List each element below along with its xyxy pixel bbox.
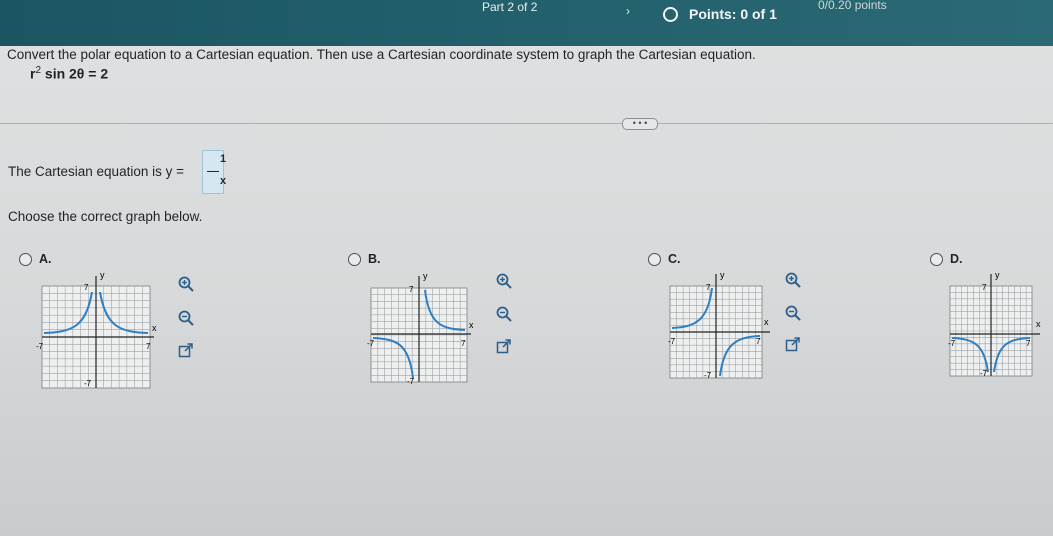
- graph-a-bottom-tick: -7: [84, 379, 92, 388]
- zoom-in-icon[interactable]: [175, 275, 197, 297]
- graph-a-svg: y x 7 -7 7 -7: [36, 270, 157, 389]
- graph-a-y-label: y: [100, 270, 105, 280]
- fraction-numerator: 1: [219, 153, 227, 165]
- graph-b-y-label: y: [423, 271, 428, 281]
- zoom-in-icon[interactable]: [782, 271, 804, 293]
- option-a-radio[interactable]: [19, 253, 32, 266]
- graph-b-left-tick: -7: [367, 339, 375, 348]
- graph-c-top-tick: 7: [706, 283, 711, 292]
- graph-d-left-tick: -7: [948, 339, 956, 348]
- option-c-radio[interactable]: [648, 253, 661, 266]
- popout-icon[interactable]: [175, 343, 197, 365]
- popout-icon[interactable]: [782, 337, 804, 359]
- points-status-icon: [663, 7, 678, 22]
- more-button[interactable]: • • •: [622, 118, 658, 130]
- part-indicator: Part 2 of 2: [482, 0, 538, 14]
- option-d-radio[interactable]: [930, 253, 943, 266]
- graph-d-svg: y x 7 -7 7 -7: [948, 270, 1041, 378]
- graph-c-svg: y x 7 -7 7 -7: [668, 270, 770, 380]
- graph-c: y x 7 -7 7 -7: [668, 270, 770, 380]
- graph-c-left-tick: -7: [668, 337, 676, 346]
- polar-equation: r2 sin 2θ = 2: [30, 65, 108, 82]
- zoom-out-icon[interactable]: [493, 305, 515, 327]
- graph-a-right-tick: 7: [146, 342, 151, 351]
- graph-a: y x 7 -7 7 -7: [36, 270, 157, 390]
- option-b-label: B.: [368, 252, 381, 266]
- graph-d-top-tick: 7: [982, 283, 987, 292]
- zoom-in-icon[interactable]: [493, 272, 515, 294]
- graph-b: y x 7 -7 7 -7: [367, 271, 474, 386]
- graph-d-x-label: x: [1036, 319, 1041, 329]
- points-label: Points: 0 of 1: [689, 6, 777, 22]
- option-a-label: A.: [39, 252, 52, 266]
- graph-b-right-tick: 7: [461, 339, 466, 348]
- graph-b-svg: y x 7 -7 7 -7: [367, 271, 474, 386]
- zoom-out-icon[interactable]: [175, 309, 197, 331]
- graph-c-x-label: x: [764, 317, 769, 327]
- graph-d: y x 7 -7 7 -7: [948, 270, 1042, 378]
- graph-a-left-tick: -7: [36, 342, 44, 351]
- graph-c-bottom-tick: -7: [704, 371, 712, 380]
- graph-d-right-tick: 7: [1026, 339, 1031, 348]
- graph-d-y-label: y: [995, 270, 1000, 280]
- section-divider: [0, 123, 1053, 124]
- answer-fraction-box[interactable]: 1 x: [202, 150, 226, 194]
- points-total: 0/0.20 points: [818, 0, 887, 12]
- graph-c-y-label: y: [720, 270, 725, 280]
- graph-d-bottom-tick: -7: [980, 369, 988, 378]
- option-b-radio[interactable]: [348, 253, 361, 266]
- fraction-bar: [207, 171, 219, 172]
- graph-c-right-tick: 7: [756, 337, 761, 346]
- graph-a-top-tick: 7: [84, 283, 89, 292]
- question-prompt: Convert the polar equation to a Cartesia…: [7, 47, 756, 62]
- option-c-label: C.: [668, 252, 681, 266]
- next-part-chevron-icon[interactable]: ›: [626, 4, 630, 18]
- popout-icon[interactable]: [493, 339, 515, 361]
- graph-b-x-label: x: [469, 320, 474, 330]
- zoom-out-icon[interactable]: [782, 304, 804, 326]
- answer-statement: The Cartesian equation is y =: [8, 164, 184, 179]
- graph-b-bottom-tick: -7: [407, 377, 415, 386]
- choose-instruction: Choose the correct graph below.: [8, 209, 203, 224]
- equation-rest: sin 2θ = 2: [41, 65, 109, 82]
- fraction-denominator: x: [219, 175, 227, 187]
- graph-a-x-label: x: [152, 323, 157, 333]
- top-bar: Part 2 of 2 › Points: 0 of 1 0/0.20 poin…: [0, 0, 1053, 46]
- option-d-label: D.: [950, 252, 963, 266]
- graph-b-top-tick: 7: [409, 285, 414, 294]
